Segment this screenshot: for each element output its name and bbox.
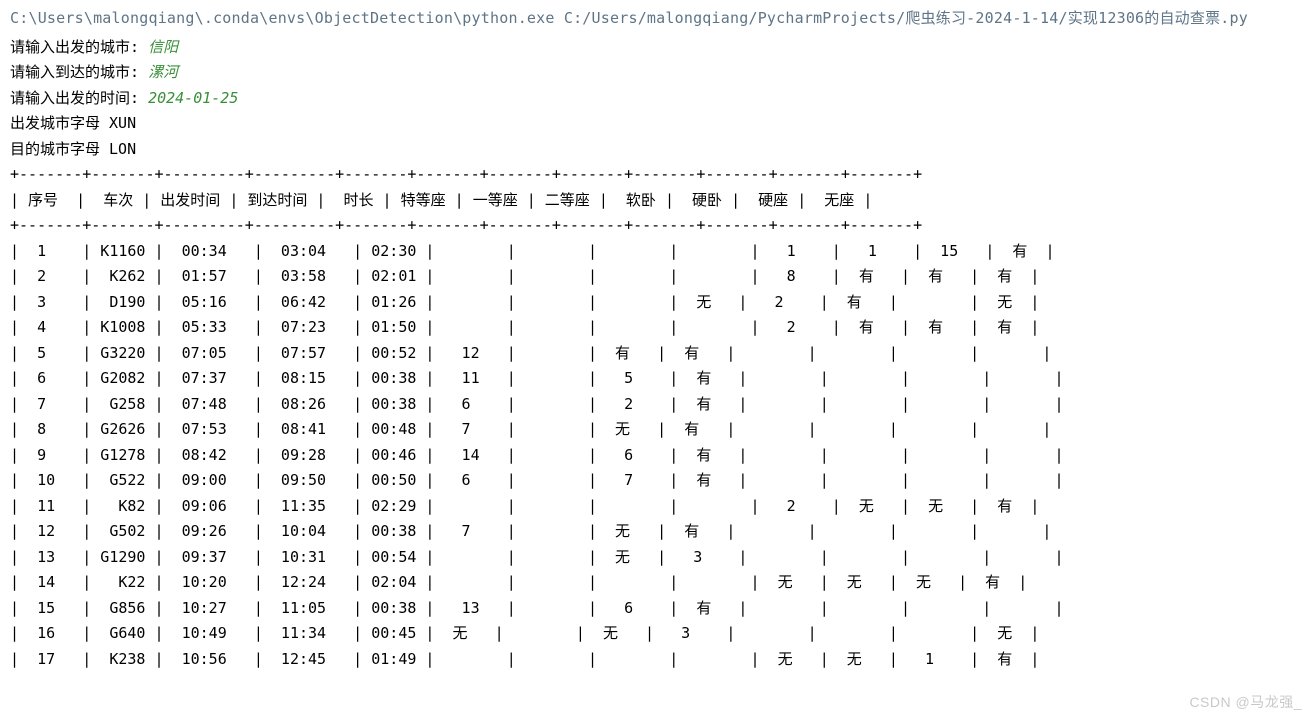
table-row: | 16 | G640 | 10:49 | 11:34 | 00:45 | 无 … bbox=[10, 621, 1306, 647]
command-text: C:\Users\malongqiang\.conda\envs\ObjectD… bbox=[10, 9, 1248, 27]
table-row: | 4 | K1008 | 05:33 | 07:23 | 01:50 | | … bbox=[10, 315, 1306, 341]
table-row: | 17 | K238 | 10:56 | 12:45 | 01:49 | | … bbox=[10, 647, 1306, 673]
arrive-city-value: 漯河 bbox=[148, 63, 178, 81]
depart-city-label: 请输入出发的城市: bbox=[10, 38, 148, 56]
table-row: | 13 | G1290 | 09:37 | 10:31 | 00:54 | |… bbox=[10, 545, 1306, 571]
date-value: 2024-01-25 bbox=[148, 89, 238, 107]
console-output: C:\Users\malongqiang\.conda\envs\ObjectD… bbox=[0, 0, 1314, 680]
table-header-row: | 序号 | 车次 | 出发时间 | 到达时间 | 时长 | 特等座 | 一等座… bbox=[10, 188, 1306, 214]
depart-code-line: 出发城市字母 XUN bbox=[10, 111, 1306, 137]
table-row: | 8 | G2626 | 07:53 | 08:41 | 00:48 | 7 … bbox=[10, 417, 1306, 443]
table-row: | 6 | G2082 | 07:37 | 08:15 | 00:38 | 11… bbox=[10, 366, 1306, 392]
table-row: | 5 | G3220 | 07:05 | 07:57 | 00:52 | 12… bbox=[10, 341, 1306, 367]
table-row: | 1 | K1160 | 00:34 | 03:04 | 02:30 | | … bbox=[10, 239, 1306, 265]
table-row: | 3 | D190 | 05:16 | 06:42 | 01:26 | | |… bbox=[10, 290, 1306, 316]
table-row: | 12 | G502 | 09:26 | 10:04 | 00:38 | 7 … bbox=[10, 519, 1306, 545]
table-row: | 7 | G258 | 07:48 | 08:26 | 00:38 | 6 |… bbox=[10, 392, 1306, 418]
prompt-date: 请输入出发的时间: 2024-01-25 bbox=[10, 86, 1306, 112]
date-label: 请输入出发的时间: bbox=[10, 89, 148, 107]
arrive-code-line: 目的城市字母 LON bbox=[10, 137, 1306, 163]
table-row: | 9 | G1278 | 08:42 | 09:28 | 00:46 | 14… bbox=[10, 443, 1306, 469]
table-row: | 15 | G856 | 10:27 | 11:05 | 00:38 | 13… bbox=[10, 596, 1306, 622]
command-line: C:\Users\malongqiang\.conda\envs\ObjectD… bbox=[10, 6, 1306, 32]
watermark-text: CSDN @马龙强_ bbox=[1189, 691, 1302, 715]
table-row: | 10 | G522 | 09:00 | 09:50 | 00:50 | 6 … bbox=[10, 468, 1306, 494]
prompt-depart-city: 请输入出发的城市: 信阳 bbox=[10, 35, 1306, 61]
arrive-city-label: 请输入到达的城市: bbox=[10, 63, 148, 81]
table-row: | 14 | K22 | 10:20 | 12:24 | 02:04 | | |… bbox=[10, 570, 1306, 596]
table-row: | 11 | K82 | 09:06 | 11:35 | 02:29 | | |… bbox=[10, 494, 1306, 520]
table-border-top: +-------+-------+---------+---------+---… bbox=[10, 162, 1306, 188]
table-header-sep: +-------+-------+---------+---------+---… bbox=[10, 213, 1306, 239]
prompt-arrive-city: 请输入到达的城市: 漯河 bbox=[10, 60, 1306, 86]
depart-city-value: 信阳 bbox=[148, 38, 178, 56]
table-row: | 2 | K262 | 01:57 | 03:58 | 02:01 | | |… bbox=[10, 264, 1306, 290]
